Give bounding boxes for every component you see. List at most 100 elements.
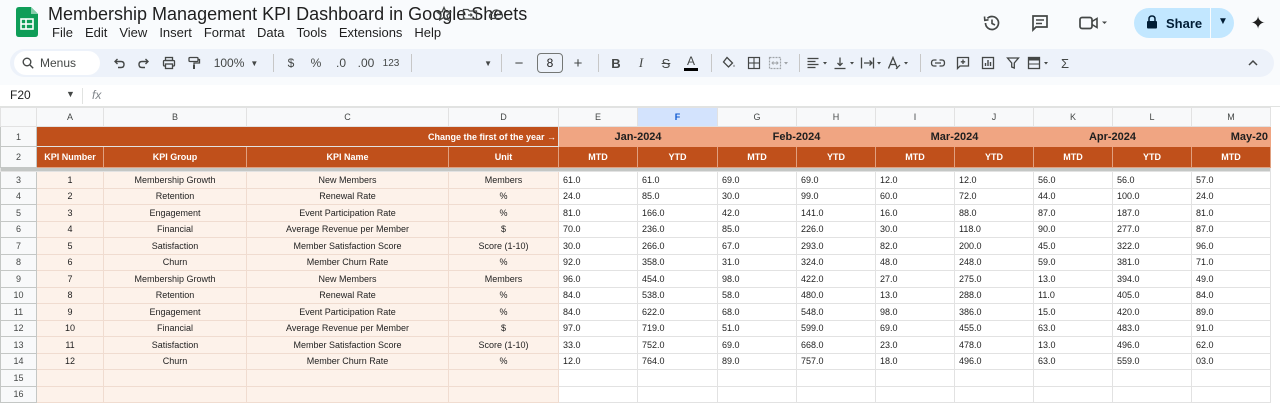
cell[interactable]: 548.0 — [796, 303, 876, 321]
cell[interactable] — [796, 385, 876, 403]
cell[interactable]: 49.0 — [1191, 270, 1271, 288]
cell[interactable]: 61.0 — [637, 171, 718, 189]
strikethrough-icon[interactable]: S — [655, 51, 677, 75]
cell[interactable]: 226.0 — [796, 220, 876, 238]
cell[interactable] — [637, 369, 718, 387]
undo-icon[interactable] — [108, 51, 130, 75]
version-history-icon[interactable] — [980, 11, 1004, 35]
cell[interactable]: 69.0 — [717, 171, 797, 189]
cell[interactable]: 322.0 — [1112, 237, 1192, 255]
cell[interactable]: 69.0 — [796, 171, 876, 189]
cell[interactable]: 12.0 — [954, 171, 1034, 189]
header-mtd[interactable]: MTD — [558, 146, 638, 168]
column-header[interactable]: K — [1033, 107, 1113, 127]
menu-help[interactable]: Help — [410, 24, 445, 41]
column-header[interactable]: L — [1112, 107, 1192, 127]
cell[interactable]: 18.0 — [875, 352, 955, 370]
cell[interactable]: 10 — [36, 319, 104, 337]
cell[interactable]: 8 — [36, 286, 104, 304]
menu-edit[interactable]: Edit — [81, 24, 111, 41]
cell[interactable]: Financial — [103, 220, 247, 238]
cell[interactable]: 84.0 — [558, 303, 638, 321]
cell[interactable]: 422.0 — [796, 270, 876, 288]
column-header[interactable]: E — [558, 107, 638, 127]
cell[interactable]: 757.0 — [796, 352, 876, 370]
cell[interactable]: 03.0 — [1191, 352, 1271, 370]
cell[interactable]: Event Participation Rate — [246, 303, 449, 321]
row-number[interactable]: 2 — [0, 146, 37, 168]
cell[interactable]: 266.0 — [637, 237, 718, 255]
cell[interactable]: 71.0 — [1191, 253, 1271, 271]
insert-link-icon[interactable] — [927, 51, 949, 75]
move-folder-icon[interactable] — [462, 6, 478, 22]
cell[interactable]: Members — [448, 171, 559, 189]
horizontal-align-icon[interactable] — [806, 51, 830, 75]
cell[interactable] — [875, 369, 955, 387]
cell[interactable]: 24.0 — [558, 187, 638, 205]
cell[interactable]: 57.0 — [1191, 171, 1271, 189]
cloud-status-icon[interactable] — [488, 6, 504, 22]
header-ytd[interactable]: YTD — [954, 146, 1034, 168]
cell[interactable]: 89.0 — [717, 352, 797, 370]
cell[interactable] — [1033, 385, 1113, 403]
cell[interactable]: 6 — [36, 253, 104, 271]
cell[interactable]: 99.0 — [796, 187, 876, 205]
cell[interactable]: % — [448, 253, 559, 271]
cell[interactable]: 27.0 — [875, 270, 955, 288]
cell[interactable]: 11.0 — [1033, 286, 1113, 304]
cell[interactable]: 386.0 — [954, 303, 1034, 321]
meet-video-icon[interactable] — [1076, 11, 1110, 35]
insert-chart-icon[interactable] — [977, 51, 999, 75]
cell[interactable]: 478.0 — [954, 336, 1034, 354]
cell[interactable] — [36, 369, 104, 387]
cell[interactable]: 200.0 — [954, 237, 1034, 255]
zoom-select[interactable]: 100% ▼ — [208, 51, 264, 75]
cell[interactable]: Member Churn Rate — [246, 352, 449, 370]
cell[interactable] — [637, 385, 718, 403]
cell[interactable] — [1112, 385, 1192, 403]
cell[interactable]: New Members — [246, 171, 449, 189]
cell[interactable]: 56.0 — [1112, 171, 1192, 189]
cell[interactable]: 1 — [36, 171, 104, 189]
cell[interactable] — [796, 369, 876, 387]
cell[interactable]: 13.0 — [1033, 270, 1113, 288]
cell[interactable]: 63.0 — [1033, 319, 1113, 337]
cell[interactable]: 3 — [36, 204, 104, 222]
vertical-align-icon[interactable] — [833, 51, 857, 75]
column-header[interactable]: M — [1191, 107, 1271, 127]
cell[interactable]: New Members — [246, 270, 449, 288]
cell[interactable]: 381.0 — [1112, 253, 1192, 271]
cell[interactable]: 668.0 — [796, 336, 876, 354]
cell[interactable]: 599.0 — [796, 319, 876, 337]
cell[interactable]: Renewal Rate — [246, 187, 449, 205]
cell[interactable]: 100.0 — [1112, 187, 1192, 205]
cell[interactable]: 236.0 — [637, 220, 718, 238]
cell[interactable]: 559.0 — [1112, 352, 1192, 370]
print-icon[interactable] — [158, 51, 180, 75]
cell[interactable]: 92.0 — [558, 253, 638, 271]
header-ytd[interactable]: YTD — [796, 146, 876, 168]
cell[interactable]: Average Revenue per Member — [246, 220, 449, 238]
cell[interactable]: Retention — [103, 286, 247, 304]
cell[interactable]: Churn — [103, 352, 247, 370]
paint-format-icon[interactable] — [183, 51, 205, 75]
cell[interactable]: 405.0 — [1112, 286, 1192, 304]
cell[interactable] — [875, 385, 955, 403]
cell[interactable]: 141.0 — [796, 204, 876, 222]
collapse-toolbar-icon[interactable] — [1242, 51, 1264, 75]
header-unit[interactable]: Unit — [448, 146, 559, 168]
month-header[interactable]: Apr-2024 — [1033, 126, 1192, 147]
select-all-corner[interactable] — [0, 107, 37, 127]
fill-color-icon[interactable] — [718, 51, 740, 75]
cell[interactable] — [103, 369, 247, 387]
font-family-select[interactable]: ▼ — [418, 51, 492, 75]
cell[interactable]: 30.0 — [717, 187, 797, 205]
cell[interactable]: Satisfaction — [103, 336, 247, 354]
cell[interactable]: 89.0 — [1191, 303, 1271, 321]
menu-insert[interactable]: Insert — [155, 24, 196, 41]
column-header[interactable]: J — [954, 107, 1034, 127]
cell[interactable]: Renewal Rate — [246, 286, 449, 304]
cell[interactable]: % — [448, 187, 559, 205]
row-number[interactable]: 14 — [0, 352, 37, 370]
row-number[interactable]: 13 — [0, 336, 37, 354]
